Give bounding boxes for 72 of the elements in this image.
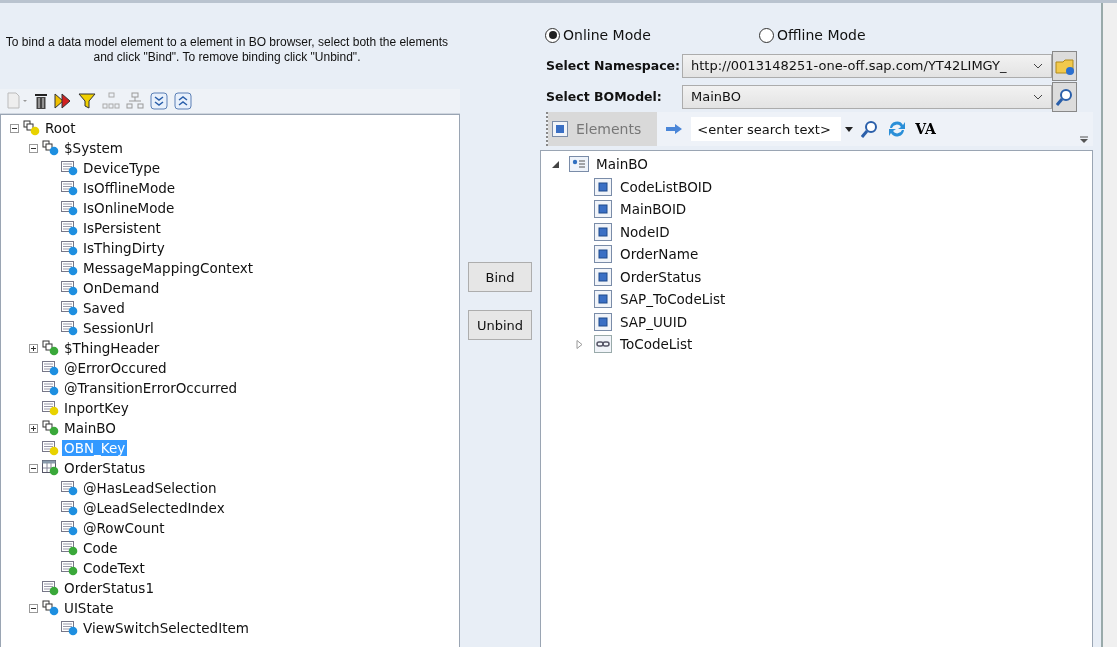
tree-item-label[interactable]: SAP_UUID xyxy=(620,313,688,330)
tree-item-label[interactable]: @LeadSelectedIndex xyxy=(81,500,227,516)
tree-item-label[interactable]: OrderStatus1 xyxy=(62,580,156,596)
attribute-icon xyxy=(593,177,613,196)
tree-item-label[interactable]: IsThingDirty xyxy=(81,240,167,256)
collapse-all-icon[interactable] xyxy=(174,92,192,110)
dropdown-field[interactable]: http://0013148251-one-off.sap.com/YT42LIMGY_ xyxy=(682,53,1052,78)
attribute-icon xyxy=(593,200,613,219)
funnel-icon[interactable] xyxy=(78,92,96,110)
tree-item-label[interactable]: Code xyxy=(81,540,120,556)
search-icon[interactable] xyxy=(861,120,880,138)
expand-all-icon[interactable] xyxy=(150,92,168,110)
bind-action-button[interactable]: Bind xyxy=(468,262,532,292)
double-arrow-icon[interactable] xyxy=(54,92,72,110)
attribute-icon xyxy=(593,290,613,309)
tree-item-label[interactable]: MainBO xyxy=(62,420,118,436)
tree-item-label[interactable]: UIState xyxy=(62,600,116,616)
tree-item-label[interactable]: SAP_ToCodeList xyxy=(620,291,726,308)
tree-item-label[interactable]: @RowCount xyxy=(81,520,167,536)
tree-item-label[interactable]: CodeListBOID xyxy=(620,178,713,195)
node-icon xyxy=(569,155,589,174)
mode-radio[interactable]: Online Mode xyxy=(545,20,759,50)
tree-item-label[interactable]: @HasLeadSelection xyxy=(81,480,219,496)
tree-item-label[interactable]: ToCodeList xyxy=(620,336,693,353)
chevron-down-icon xyxy=(1033,62,1043,69)
tree-item-label[interactable]: @TransitionErrorOccurred xyxy=(62,380,240,396)
tree-item-label[interactable]: IsPersistent xyxy=(81,220,163,236)
tree-item-label[interactable]: OrderStatus xyxy=(62,460,148,476)
search-field[interactable]: <enter search text> xyxy=(691,117,842,141)
tree-item-label[interactable]: Saved xyxy=(81,300,127,316)
tree-item-label[interactable]: NodeID xyxy=(620,223,670,240)
attribute-icon xyxy=(593,312,613,331)
attribute-icon xyxy=(593,245,613,264)
tree-item-label[interactable]: MainBO xyxy=(596,156,648,173)
mode-radio[interactable]: Offline Mode xyxy=(759,20,973,50)
tree-item-label[interactable]: CodeText xyxy=(81,560,147,576)
radio-icon[interactable] xyxy=(759,27,774,43)
radio-icon[interactable] xyxy=(545,27,560,43)
tree-item-label[interactable]: @ErrorOccured xyxy=(62,360,169,376)
delete-icon[interactable] xyxy=(34,92,48,110)
tree-item-label[interactable]: DeviceType xyxy=(81,160,163,176)
dropdown-field[interactable]: MainBO xyxy=(682,84,1052,109)
field-label: Select Namespace: xyxy=(546,58,682,73)
attribute-icon xyxy=(593,222,613,241)
tree-item-label[interactable]: InportKey xyxy=(62,400,131,416)
search-icon xyxy=(1055,87,1074,106)
dropdown-arrow-icon[interactable] xyxy=(845,126,854,132)
folder-button[interactable] xyxy=(1052,50,1077,81)
tree-item-label[interactable]: OrderName xyxy=(620,246,699,263)
tree-item-label[interactable]: IsOnlineMode xyxy=(81,200,177,216)
element-icon xyxy=(552,121,568,137)
tree-item-label[interactable]: MainBOID xyxy=(620,201,687,218)
tree-item-label[interactable]: ViewSwitchSelectedItem xyxy=(81,620,251,636)
tree-item-label[interactable]: OrderStatus xyxy=(620,268,702,285)
bind-action-button[interactable]: Unbind xyxy=(468,310,532,340)
refresh-icon[interactable] xyxy=(887,119,908,139)
attribute-icon xyxy=(593,267,613,286)
field-label: Select BOModel: xyxy=(546,89,663,104)
overflow-icon[interactable] xyxy=(1079,136,1089,144)
tree-item-label[interactable]: $System xyxy=(62,140,125,156)
tree-item-label[interactable]: OnDemand xyxy=(81,280,162,296)
tree-item-label[interactable]: MessageMappingContext xyxy=(81,260,255,276)
tree-item-label[interactable]: Root xyxy=(43,120,78,136)
instruction-text: To bind a data model element to a element in BO browser, select both the elements and click "Bind". To remove binding click "Unbind". xyxy=(4,35,450,66)
search-button[interactable] xyxy=(1052,81,1077,112)
arrow-right-icon[interactable] xyxy=(665,123,684,135)
va-button[interactable]: VA xyxy=(915,121,936,137)
tree-item-label[interactable]: SessionUrl xyxy=(81,320,156,336)
link-icon xyxy=(593,335,613,354)
tree-item-label[interactable]: IsOfflineMode xyxy=(81,180,178,196)
tree-item-label[interactable]: $ThingHeader xyxy=(62,340,162,356)
chevron-down-icon xyxy=(1033,93,1043,100)
